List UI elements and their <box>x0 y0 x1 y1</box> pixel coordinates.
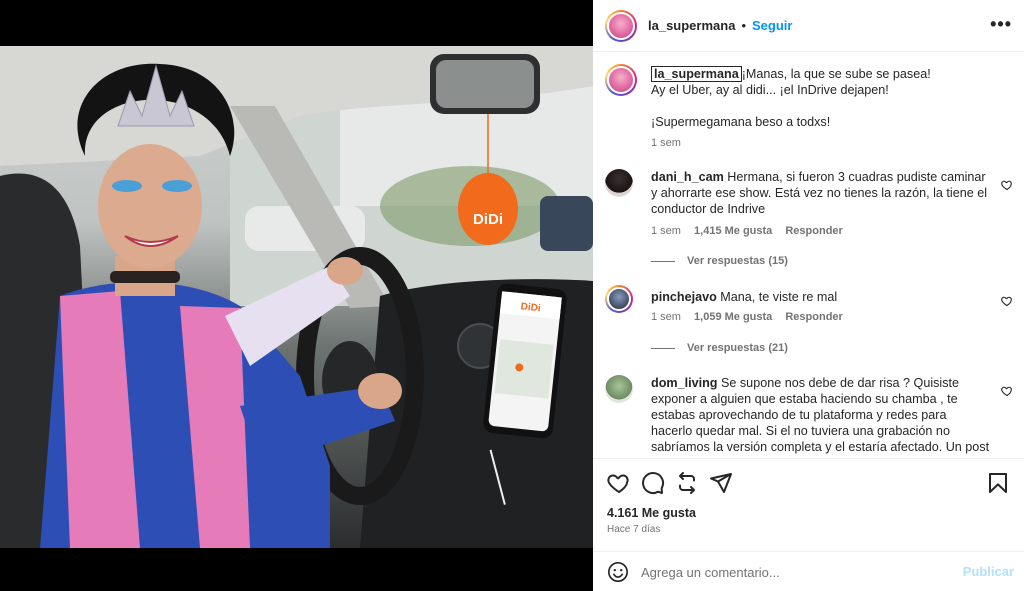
post-actions-bar <box>593 458 1024 504</box>
caption-line-2: Ay el Uber, ay al didi... ¡el InDrive de… <box>651 83 889 97</box>
like-comment-heart-icon[interactable] <box>1001 295 1013 307</box>
reply-button[interactable]: Responder <box>785 311 842 323</box>
comment-text: pinchejavo Mana, te viste re mal <box>651 289 991 305</box>
separator-dot: • <box>741 18 746 33</box>
comment-text: dom_living Se supone nos debe de dar ris… <box>651 375 991 457</box>
caption-time: 1 sem <box>651 137 681 149</box>
save-bookmark-icon[interactable] <box>986 471 1010 495</box>
comment-bubble-icon[interactable] <box>641 471 665 495</box>
comments-list[interactable]: la_supermana ¡Manas, la que se sube se pa… <box>593 53 1024 457</box>
comment-time: 1 sem <box>651 225 681 237</box>
comment-item: dom_living Se supone nos debe de dar ris… <box>605 375 1015 457</box>
car-scene-illustration: DiDi DiDi <box>0 46 593 548</box>
commenter-avatar[interactable] <box>605 169 633 197</box>
hand-upper <box>327 257 363 285</box>
air-freshener-label: DiDi <box>473 211 503 228</box>
didi-air-freshener <box>458 173 518 245</box>
comment-composer: Publicar <box>593 551 1024 591</box>
eye-makeup-right <box>162 180 192 192</box>
post-photo[interactable]: DiDi DiDi <box>0 46 593 548</box>
caption-username[interactable]: la_supermana <box>651 66 742 82</box>
view-replies-label: Ver respuestas (15) <box>687 255 788 267</box>
hand-lower <box>358 373 402 409</box>
commenter-avatar[interactable] <box>605 285 633 313</box>
like-comment-heart-icon[interactable] <box>1001 385 1013 397</box>
phone-map <box>494 339 554 399</box>
comment-likes[interactable]: 1,059 Me gusta <box>694 311 772 323</box>
post-header: la_supermana • Seguir ••• <box>593 0 1024 52</box>
replies-divider <box>651 260 675 262</box>
replies-divider <box>651 347 675 349</box>
repost-icon[interactable] <box>675 471 699 495</box>
comment-item: dani_h_cam Hermana, si fueron 3 cuadras … <box>605 169 1015 269</box>
post-side-panel: la_supermana • Seguir ••• la_supermana ¡M… <box>593 0 1024 591</box>
reply-button[interactable]: Responder <box>785 225 842 237</box>
view-replies-label: Ver respuestas (21) <box>687 342 788 354</box>
comment-username[interactable]: dani_h_cam <box>651 170 724 184</box>
phone-app-name: DiDi <box>520 301 541 314</box>
comment-meta: 1 sem 1,059 Me gusta Responder <box>651 311 843 323</box>
caption-line-1: ¡Manas, la que se sube se pasea! <box>741 67 931 81</box>
follow-button[interactable]: Seguir <box>752 18 792 33</box>
comment-time: 1 sem <box>651 311 681 323</box>
caption-avatar[interactable] <box>605 64 637 96</box>
mirror-glass <box>436 60 534 108</box>
commenter-avatar[interactable] <box>605 375 633 403</box>
author-username[interactable]: la_supermana <box>648 18 735 33</box>
more-options-icon[interactable]: ••• <box>990 15 1012 33</box>
comment-text: dani_h_cam Hermana, si fueron 3 cuadras … <box>651 169 991 217</box>
post-likes-count[interactable]: 4.161 Me gusta <box>607 506 696 520</box>
caption-line-3: ¡Supermegamana beso a todxs! <box>651 115 831 129</box>
like-comment-heart-icon[interactable] <box>1001 179 1013 191</box>
author-avatar[interactable] <box>605 9 637 42</box>
view-replies-button[interactable]: Ver respuestas (21) <box>651 342 788 354</box>
comment-username[interactable]: dom_living <box>651 376 717 390</box>
like-heart-icon[interactable] <box>607 471 631 495</box>
comment-body: Mana, te viste re mal <box>720 290 838 304</box>
post-media: DiDi DiDi <box>0 0 593 591</box>
post-date: Hace 7 días <box>607 524 661 535</box>
comment-likes[interactable]: 1,415 Me gusta <box>694 225 772 237</box>
comment-input[interactable] <box>641 562 951 582</box>
caption-text: la_supermana ¡Manas, la que se sube se pa… <box>651 66 991 130</box>
parked-car-dark <box>540 196 593 251</box>
emoji-icon[interactable] <box>607 561 629 583</box>
comment-meta: 1 sem 1,415 Me gusta Responder <box>651 225 843 237</box>
instagram-post: DiDi DiDi la_supermana • Seguir ••• la_s… <box>0 0 1024 591</box>
eye-makeup-left <box>112 180 142 192</box>
view-replies-button[interactable]: Ver respuestas (15) <box>651 255 788 267</box>
comment-username[interactable]: pinchejavo <box>651 290 717 304</box>
face <box>98 144 202 268</box>
share-paper-plane-icon[interactable] <box>709 471 733 495</box>
publish-button[interactable]: Publicar <box>963 564 1014 579</box>
comment-item: pinchejavo Mana, te viste re mal 1 sem 1… <box>605 285 1015 365</box>
choker <box>110 271 180 283</box>
caption: la_supermana ¡Manas, la que se sube se pa… <box>605 64 1015 154</box>
